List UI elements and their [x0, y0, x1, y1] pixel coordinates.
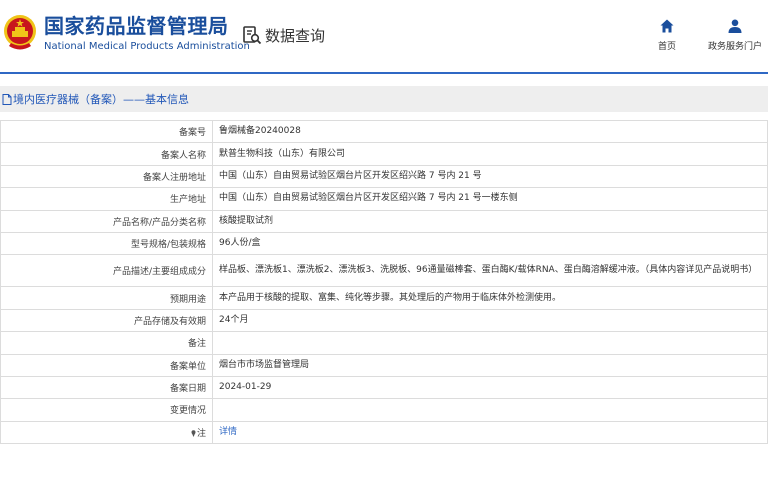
row-value: 样品板、漂洗板1、漂洗板2、漂洗板3、洗脱板、96通量磁棒套、蛋白酶K/载体RN… — [212, 254, 768, 288]
table-row: 型号规格/包装规格 96人份/盒 — [0, 231, 768, 256]
table-row: 预期用途 本产品用于核酸的提取、富集、纯化等步骤。其处理后的产物用于临床体外检测… — [0, 286, 768, 310]
row-value: 中国（山东）自由贸易试验区烟台片区开发区绍兴路 7 号内 21 号 — [212, 164, 768, 189]
row-label: 备案日期 — [0, 375, 213, 400]
row-value: 烟台市市场监督管理局 — [212, 353, 768, 377]
data-query-link[interactable]: 数据查询 — [242, 24, 325, 46]
table-row: 备案人名称 默普生物科技（山东）有限公司 — [0, 142, 768, 166]
table-row: 注 详情 — [0, 420, 768, 445]
row-value — [212, 331, 768, 355]
row-label: 备注 — [0, 331, 213, 355]
row-label: 备案号 — [0, 119, 213, 144]
row-label: 备案人名称 — [0, 142, 213, 166]
row-label: 备案人注册地址 — [0, 164, 213, 189]
row-value: 核酸提取试剂 — [212, 209, 768, 233]
table-row: 产品描述/主要组成成分 样品板、漂洗板1、漂洗板2、漂洗板3、洗脱板、96通量磁… — [0, 254, 768, 288]
table-row: 产品存储及有效期 24个月 — [0, 308, 768, 333]
row-value: 本产品用于核酸的提取、富集、纯化等步骤。其处理后的产物用于临床体外检测使用。 — [212, 286, 768, 310]
data-query-label: 数据查询 — [265, 26, 326, 45]
table-row: 生产地址 中国（山东）自由贸易试验区烟台片区开发区绍兴路 7 号内 21 号一楼… — [0, 187, 768, 211]
nav-home-label: 首页 — [657, 42, 676, 52]
nav-home-link[interactable]: 首页 — [652, 18, 682, 52]
table-row: 备案单位 烟台市市场监督管理局 — [0, 353, 768, 377]
nav-service-label: 政务服务门户 — [707, 42, 762, 52]
row-value: 2024-01-29 — [212, 375, 768, 400]
row-label: 产品名称/产品分类名称 — [0, 209, 213, 233]
search-document-icon — [243, 26, 262, 45]
row-label: 备案单位 — [0, 353, 213, 377]
table-row: 备案号 鲁烟械备20240028 — [0, 119, 768, 144]
site-title-english[interactable]: National Medical Products Administration — [44, 41, 250, 53]
details-link[interactable]: 详情 — [219, 427, 237, 437]
row-label: 产品存储及有效期 — [0, 308, 213, 333]
table-row: 备注 — [0, 331, 768, 355]
note-label: 注 — [196, 428, 206, 439]
row-label: 型号规格/包装规格 — [0, 231, 213, 256]
row-value — [212, 398, 768, 422]
site-title[interactable]: 国家药品监督管理局 — [44, 14, 229, 38]
document-icon — [2, 93, 12, 105]
site-header: 国家药品监督管理局 National Medical Products Admi… — [0, 0, 768, 70]
header-divider — [0, 72, 768, 74]
row-label: 生产地址 — [0, 187, 213, 211]
nav-service-portal-link[interactable]: 政务服务门户 — [702, 18, 768, 52]
table-row: 备案人注册地址 中国（山东）自由贸易试验区烟台片区开发区绍兴路 7 号内 21 … — [0, 164, 768, 189]
basic-info-table: 备案号 鲁烟械备20240028 备案人名称 默普生物科技（山东）有限公司 备案… — [0, 119, 768, 445]
row-label: 变更情况 — [0, 398, 213, 422]
row-value: 96人份/盒 — [212, 231, 768, 256]
section-title: 境内医疗器械（备案）——基本信息 — [13, 93, 189, 106]
row-value: 默普生物科技（山东）有限公司 — [212, 142, 768, 166]
row-value: 详情 — [212, 420, 768, 445]
national-emblem-icon[interactable] — [3, 13, 37, 53]
section-title-bar: 境内医疗器械（备案）——基本信息 — [0, 86, 768, 112]
table-row: 备案日期 2024-01-29 — [0, 375, 768, 400]
row-value: 中国（山东）自由贸易试验区烟台片区开发区绍兴路 7 号内 21 号一楼东侧 — [212, 187, 768, 211]
row-label: 产品描述/主要组成成分 — [0, 254, 213, 288]
pin-icon — [191, 430, 196, 437]
row-value: 鲁烟械备20240028 — [212, 119, 768, 144]
user-icon — [728, 19, 742, 33]
table-row: 变更情况 — [0, 398, 768, 422]
row-value: 24个月 — [212, 308, 768, 333]
row-label-note: 注 — [0, 420, 213, 445]
home-icon — [660, 19, 674, 33]
table-row: 产品名称/产品分类名称 核酸提取试剂 — [0, 209, 768, 233]
row-label: 预期用途 — [0, 286, 213, 310]
